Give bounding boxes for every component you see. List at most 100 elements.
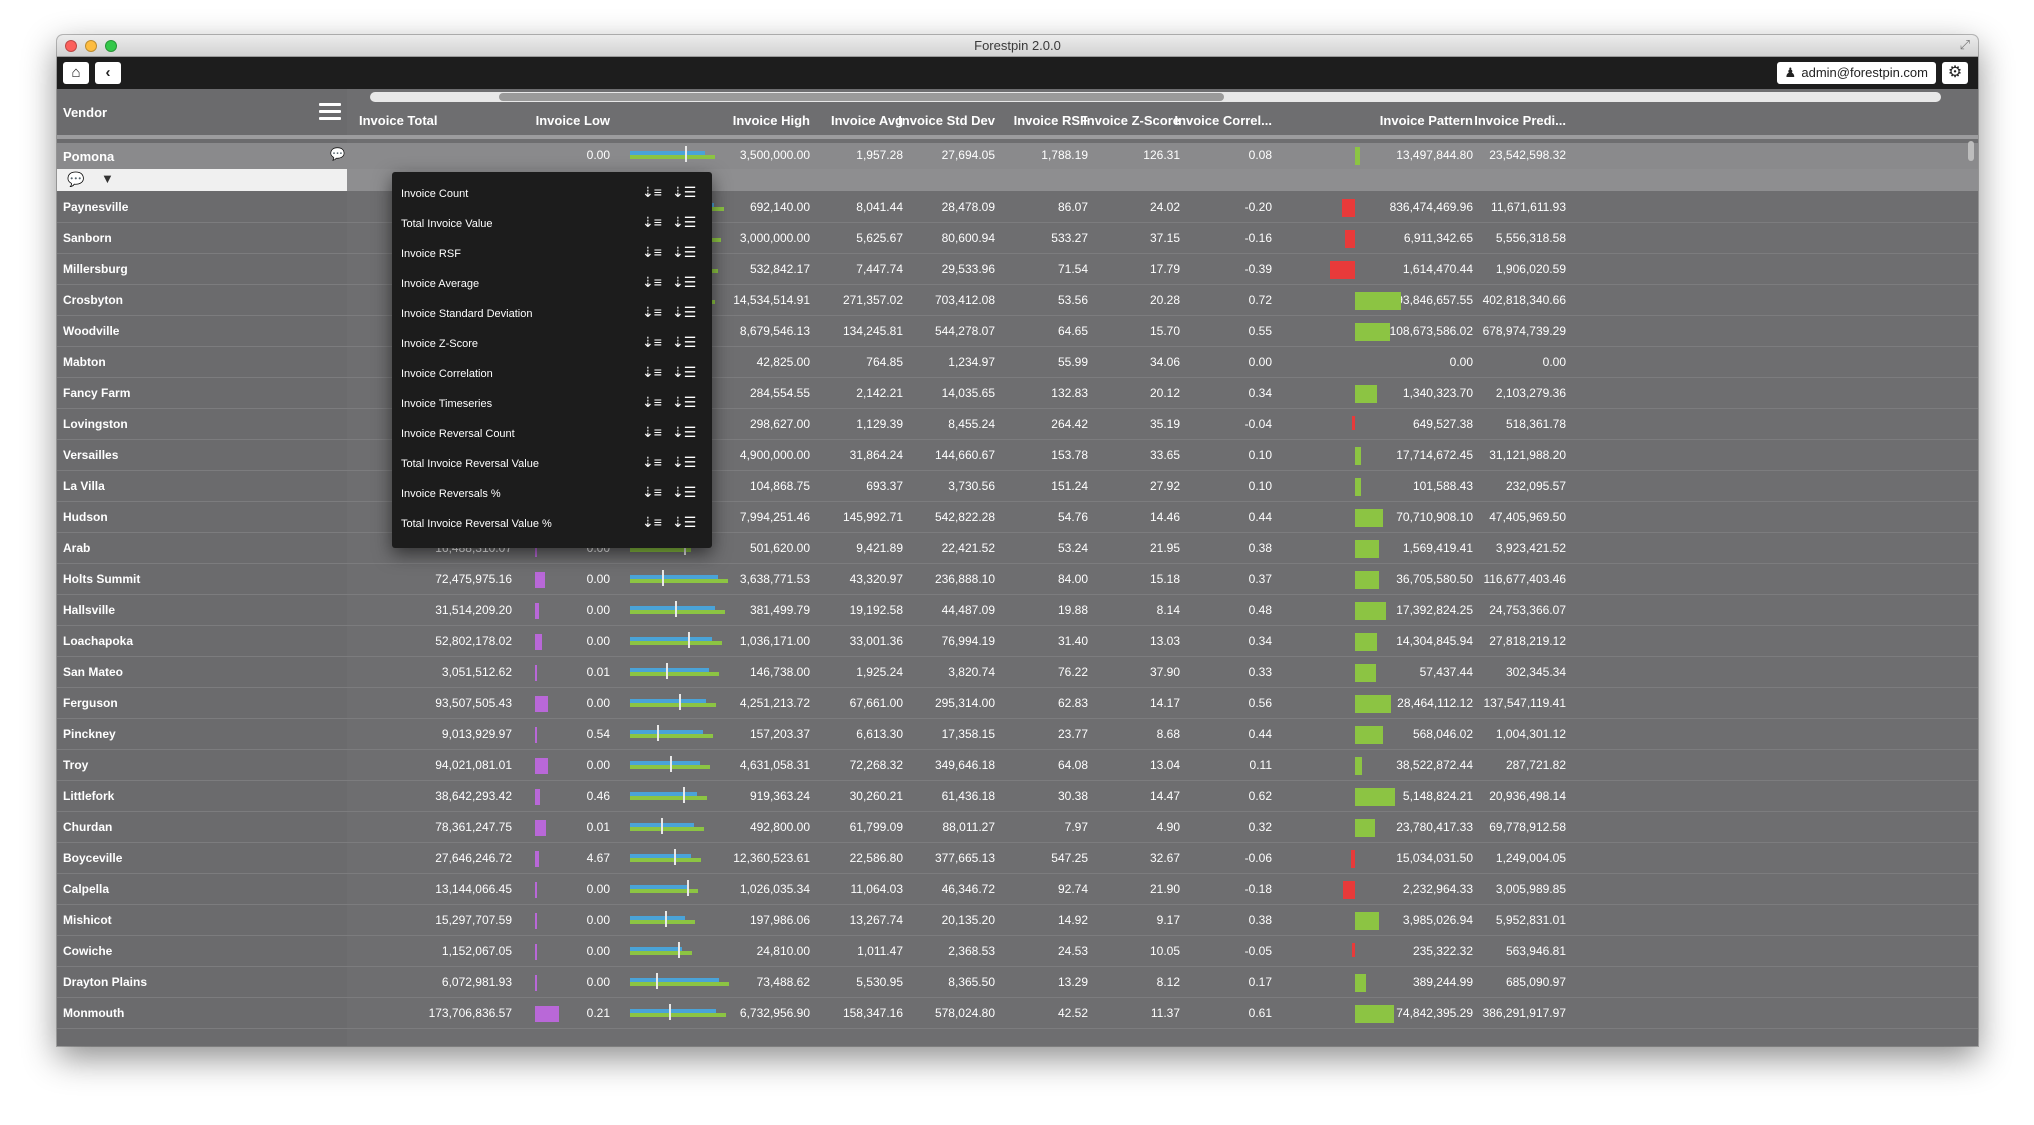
back-button[interactable]: ‹: [95, 62, 121, 84]
vendor-name[interactable]: Boyceville: [63, 843, 122, 874]
sort-ascending-icon[interactable]: ⇣☰: [672, 334, 696, 351]
vendor-name[interactable]: Fancy Farm: [63, 378, 130, 409]
sort-ascending-icon[interactable]: ⇣☰: [672, 424, 696, 441]
vendor-name[interactable]: Calpella: [63, 874, 109, 905]
sort-ascending-icon[interactable]: ⇣☰: [672, 394, 696, 411]
sort-menu-item[interactable]: Invoice Average ⇣≡ ⇣☰: [392, 269, 712, 299]
vendor-name[interactable]: Loachapoka: [63, 626, 133, 657]
hamburger-menu-icon[interactable]: [319, 103, 341, 121]
sort-descending-icon[interactable]: ⇣≡: [642, 454, 662, 471]
vendor-name[interactable]: Troy: [63, 750, 88, 781]
vendor-name[interactable]: Millersburg: [63, 254, 128, 285]
sort-descending-icon[interactable]: ⇣≡: [642, 394, 662, 411]
sort-ascending-icon[interactable]: ⇣☰: [672, 484, 696, 501]
selected-data-row[interactable]: 0.00 3,500,000.00 1,957.28 27,694.05 1,788.1…: [347, 143, 1978, 169]
column-header[interactable]: Invoice Total: [359, 113, 438, 128]
vendor-name[interactable]: Littlefork: [63, 781, 114, 812]
column-header[interactable]: Invoice Std Dev: [898, 113, 995, 128]
column-header[interactable]: Invoice RSF: [1014, 113, 1088, 128]
vendor-name[interactable]: Hudson: [63, 502, 108, 533]
home-button[interactable]: ⌂: [63, 62, 89, 84]
scrollbar-thumb[interactable]: [499, 93, 1224, 101]
sort-descending-icon[interactable]: ⇣≡: [642, 274, 662, 291]
cell-rsf: 132.83: [1051, 386, 1088, 400]
vendor-name[interactable]: Pinckney: [63, 719, 116, 750]
sort-menu-item[interactable]: Invoice Reversal Count ⇣≡ ⇣☰: [392, 419, 712, 449]
minimize-window-button[interactable]: [85, 40, 97, 52]
column-header[interactable]: Invoice Z-Score: [1083, 113, 1180, 128]
sort-menu-item[interactable]: Invoice Correlation ⇣≡ ⇣☰: [392, 359, 712, 389]
horizontal-scrollbar[interactable]: [370, 92, 1941, 102]
row-divider: [57, 532, 347, 533]
close-window-button[interactable]: [65, 40, 77, 52]
selected-vendor-row[interactable]: Pomona 💬: [57, 143, 347, 169]
sort-descending-icon[interactable]: ⇣≡: [642, 304, 662, 321]
vendor-name[interactable]: Mishicot: [63, 905, 112, 936]
sort-menu-item[interactable]: Total Invoice Value ⇣≡ ⇣☰: [392, 209, 712, 239]
column-header[interactable]: Invoice Avg: [831, 113, 903, 128]
sort-ascending-icon[interactable]: ⇣☰: [672, 304, 696, 321]
sort-descending-icon[interactable]: ⇣≡: [642, 184, 662, 201]
user-button[interactable]: ♟ admin@forestpin.com: [1777, 62, 1936, 84]
vendor-name[interactable]: Paynesville: [63, 192, 128, 223]
sort-menu-item[interactable]: Invoice Z-Score ⇣≡ ⇣☰: [392, 329, 712, 359]
correlation-bar: [1355, 912, 1380, 930]
vertical-scrollbar[interactable]: [1968, 141, 1974, 161]
filter-icon[interactable]: ▼: [101, 171, 114, 186]
sort-descending-icon[interactable]: ⇣≡: [642, 424, 662, 441]
vendor-name[interactable]: Crosbyton: [63, 285, 123, 316]
vendor-name[interactable]: Arab: [63, 533, 90, 564]
cell-total: 52,802,178.02: [435, 634, 512, 648]
vendor-name[interactable]: Cowiche: [63, 936, 112, 967]
vendor-name[interactable]: Sanborn: [63, 223, 112, 254]
sort-descending-icon[interactable]: ⇣≡: [642, 484, 662, 501]
comment-filter-icon[interactable]: 💬: [67, 171, 84, 188]
sort-ascending-icon[interactable]: ⇣☰: [672, 364, 696, 381]
sort-menu-item[interactable]: Invoice Reversals % ⇣≡ ⇣☰: [392, 479, 712, 509]
zoom-window-button[interactable]: [105, 40, 117, 52]
cell-std: 17,358.15: [941, 727, 995, 741]
sort-menu-item[interactable]: Invoice Count ⇣≡ ⇣☰: [392, 179, 712, 209]
sort-descending-icon[interactable]: ⇣≡: [642, 514, 662, 531]
comment-icon[interactable]: 💬: [330, 147, 345, 161]
column-header[interactable]: Invoice Pattern: [1380, 113, 1473, 128]
correlation-bar: [1355, 509, 1384, 527]
sort-descending-icon[interactable]: ⇣≡: [642, 334, 662, 351]
vendor-name[interactable]: Woodville: [63, 316, 119, 347]
vendor-name[interactable]: San Mateo: [63, 657, 123, 688]
sort-ascending-icon[interactable]: ⇣☰: [672, 214, 696, 231]
sort-descending-icon[interactable]: ⇣≡: [642, 364, 662, 381]
sort-ascending-icon[interactable]: ⇣☰: [672, 244, 696, 261]
cell-rsf: 64.65: [1057, 324, 1088, 338]
cell-avg: 9,421.89: [856, 541, 903, 555]
sort-menu-item[interactable]: Invoice Timeseries ⇣≡ ⇣☰: [392, 389, 712, 419]
sort-menu-item[interactable]: Total Invoice Reversal Value % ⇣≡ ⇣☰: [392, 509, 712, 539]
fullscreen-icon[interactable]: ⤢: [1960, 38, 1970, 52]
sort-menu-item[interactable]: Total Invoice Reversal Value ⇣≡ ⇣☰: [392, 449, 712, 479]
vendor-name[interactable]: Mabton: [63, 347, 106, 378]
column-header[interactable]: Invoice Correl...: [1174, 113, 1272, 128]
sort-descending-icon[interactable]: ⇣≡: [642, 244, 662, 261]
vendor-name[interactable]: Ferguson: [63, 688, 118, 719]
sort-ascending-icon[interactable]: ⇣☰: [672, 514, 696, 531]
sort-menu-item[interactable]: Invoice RSF ⇣≡ ⇣☰: [392, 239, 712, 269]
column-header[interactable]: Invoice High: [733, 113, 810, 128]
sort-ascending-icon[interactable]: ⇣☰: [672, 184, 696, 201]
column-header[interactable]: Invoice Low: [536, 113, 610, 128]
vendor-name[interactable]: Monmouth: [63, 998, 124, 1029]
sort-menu-item[interactable]: Invoice Standard Deviation ⇣≡ ⇣☰: [392, 299, 712, 329]
sort-menu-label: Invoice Reversal Count: [401, 428, 515, 440]
vendor-name[interactable]: La Villa: [63, 471, 105, 502]
vendor-name[interactable]: Versailles: [63, 440, 118, 471]
vendor-name[interactable]: Hallsville: [63, 595, 115, 626]
settings-button[interactable]: ⚙: [1942, 62, 1968, 84]
sort-descending-icon[interactable]: ⇣≡: [642, 214, 662, 231]
vendor-name[interactable]: Drayton Plains: [63, 967, 147, 998]
sort-ascending-icon[interactable]: ⇣☰: [672, 274, 696, 291]
sort-ascending-icon[interactable]: ⇣☰: [672, 454, 696, 471]
column-header[interactable]: Invoice Predi...: [1474, 113, 1566, 128]
vendor-name[interactable]: Lovingston: [63, 409, 128, 440]
correlation-bar: [1355, 695, 1391, 713]
vendor-name[interactable]: Churdan: [63, 812, 112, 843]
vendor-name[interactable]: Holts Summit: [63, 564, 140, 595]
